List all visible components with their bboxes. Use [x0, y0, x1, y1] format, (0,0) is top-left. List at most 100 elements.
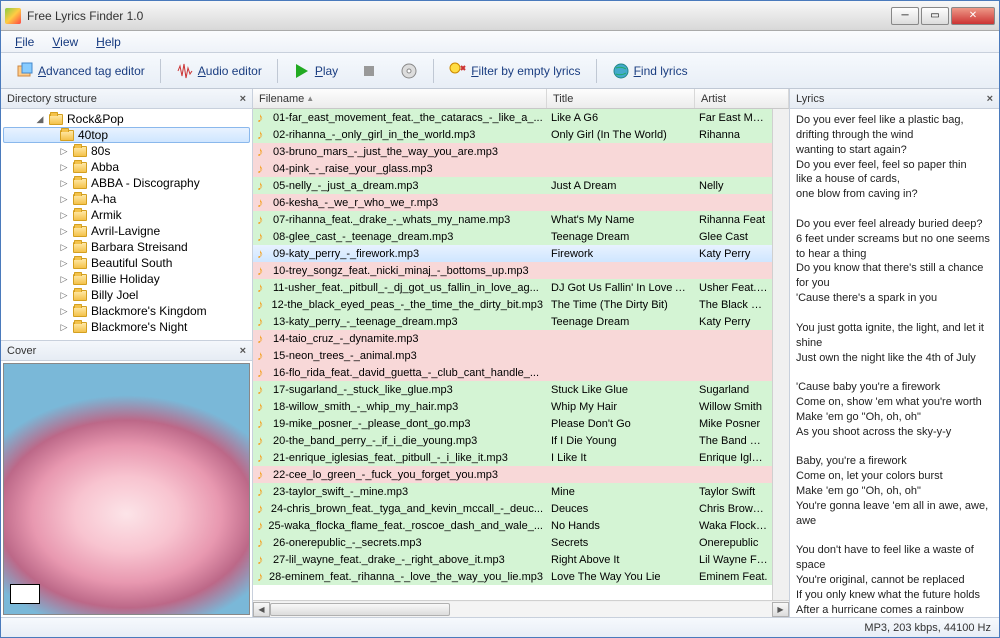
table-row[interactable]: 11-usher_feat._pitbull_-_dj_got_us_falli…	[253, 279, 772, 296]
tag-icon	[16, 62, 34, 80]
toolbar: Advanced tag editor Audio editor Play Fi…	[1, 53, 999, 89]
music-note-icon	[257, 129, 269, 141]
table-row[interactable]: 02-rihanna_-_only_girl_in_the_world.mp3O…	[253, 126, 772, 143]
menu-help[interactable]: Help	[88, 33, 129, 51]
menu-view[interactable]: View	[44, 33, 86, 51]
table-row[interactable]: 27-lil_wayne_feat._drake_-_right_above_i…	[253, 551, 772, 568]
table-row[interactable]: 18-willow_smith_-_whip_my_hair.mp3Whip M…	[253, 398, 772, 415]
lyrics-text[interactable]: Do you ever feel like a plastic bag, dri…	[790, 109, 999, 617]
play-icon	[293, 62, 311, 80]
vertical-scrollbar[interactable]	[772, 109, 789, 600]
table-row[interactable]: 15-neon_trees_-_animal.mp3	[253, 347, 772, 364]
music-note-icon	[257, 554, 269, 566]
tree-folder[interactable]: ▷Barbara Streisand	[1, 239, 252, 255]
tree-folder[interactable]: ▷Abba	[1, 159, 252, 175]
table-row[interactable]: 09-katy_perry_-_firework.mp3FireworkKaty…	[253, 245, 772, 262]
filter-button[interactable]: Filter by empty lyrics	[440, 57, 589, 85]
horizontal-scrollbar[interactable]: ◀ ▶	[253, 600, 789, 617]
music-note-icon	[257, 231, 269, 243]
table-row[interactable]: 22-cee_lo_green_-_fuck_you_forget_you.mp…	[253, 466, 772, 483]
tree-folder[interactable]: ▷A-ha	[1, 191, 252, 207]
lyrics-panel-header: Lyrics ×	[790, 89, 999, 109]
minimize-button[interactable]: ─	[891, 7, 919, 25]
advanced-tag-editor-button[interactable]: Advanced tag editor	[7, 57, 154, 85]
music-note-icon	[257, 180, 269, 192]
tree-folder[interactable]: ▷Billy Joel	[1, 287, 252, 303]
status-text: MP3, 203 kbps, 44100 Hz	[864, 622, 991, 634]
close-icon[interactable]: ×	[240, 345, 246, 357]
table-row[interactable]: 20-the_band_perry_-_if_i_die_young.mp3If…	[253, 432, 772, 449]
close-icon[interactable]: ×	[240, 93, 246, 105]
table-row[interactable]: 07-rihanna_feat._drake_-_whats_my_name.m…	[253, 211, 772, 228]
audio-editor-button[interactable]: Audio editor	[167, 57, 271, 85]
table-row[interactable]: 01-far_east_movement_feat._the_cataracs_…	[253, 109, 772, 126]
column-artist[interactable]: Artist	[695, 89, 789, 108]
separator	[277, 59, 278, 83]
music-note-icon	[257, 418, 269, 430]
table-row[interactable]: 12-the_black_eyed_peas_-_the_time_the_di…	[253, 296, 772, 313]
tree-folder[interactable]: ▷Armik	[1, 207, 252, 223]
table-row[interactable]: 05-nelly_-_just_a_dream.mp3Just A DreamN…	[253, 177, 772, 194]
table-row[interactable]: 17-sugarland_-_stuck_like_glue.mp3Stuck …	[253, 381, 772, 398]
music-note-icon	[257, 333, 269, 345]
tree-folder[interactable]: ▷Blackmore's Night	[1, 319, 252, 335]
table-row[interactable]: 26-onerepublic_-_secrets.mp3SecretsOnere…	[253, 534, 772, 551]
status-bar: MP3, 203 kbps, 44100 Hz	[1, 617, 999, 637]
music-note-icon	[257, 435, 269, 447]
tree-folder-selected[interactable]: 40top	[3, 127, 250, 143]
table-row[interactable]: 19-mike_posner_-_please_dont_go.mp3Pleas…	[253, 415, 772, 432]
music-note-icon	[257, 571, 265, 583]
close-button[interactable]: ✕	[951, 7, 995, 25]
directory-tree[interactable]: ◢Rock&Pop 40top ▷80s▷Abba▷ABBA - Discogr…	[1, 109, 252, 340]
music-note-icon	[257, 282, 269, 294]
filter-icon	[449, 62, 467, 80]
tree-folder[interactable]: ▷80s	[1, 143, 252, 159]
table-row[interactable]: 10-trey_songz_feat._nicki_minaj_-_bottom…	[253, 262, 772, 279]
music-note-icon	[257, 265, 269, 277]
disc-button[interactable]	[391, 57, 427, 85]
table-row[interactable]: 03-bruno_mars_-_just_the_way_you_are.mp3	[253, 143, 772, 160]
stop-button[interactable]	[351, 57, 387, 85]
tree-folder[interactable]: ▷Beautiful South	[1, 255, 252, 271]
table-row[interactable]: 16-flo_rida_feat._david_guetta_-_club_ca…	[253, 364, 772, 381]
music-note-icon	[257, 452, 269, 464]
table-row[interactable]: 24-chris_brown_feat._tyga_and_kevin_mcca…	[253, 500, 772, 517]
music-note-icon	[257, 112, 269, 124]
music-note-icon	[257, 537, 269, 549]
tree-folder[interactable]: ▷Blackmore's Kingdom	[1, 303, 252, 319]
column-title[interactable]: Title	[547, 89, 695, 108]
tree-folder[interactable]: ▷Avril-Lavigne	[1, 223, 252, 239]
find-lyrics-button[interactable]: Find lyrics	[603, 57, 697, 85]
globe-icon	[612, 62, 630, 80]
disc-icon	[400, 62, 418, 80]
table-row[interactable]: 14-taio_cruz_-_dynamite.mp3	[253, 330, 772, 347]
menu-file[interactable]: File	[7, 33, 42, 51]
maximize-button[interactable]: ▭	[921, 7, 949, 25]
tree-folder[interactable]: ▷ABBA - Discography	[1, 175, 252, 191]
list-header: Filename▲ Title Artist	[253, 89, 789, 109]
separator	[433, 59, 434, 83]
table-row[interactable]: 21-enrique_iglesias_feat._pitbull_-_i_li…	[253, 449, 772, 466]
table-row[interactable]: 28-eminem_feat._rihanna_-_love_the_way_y…	[253, 568, 772, 585]
music-note-icon	[257, 469, 269, 481]
table-row[interactable]: 06-kesha_-_we_r_who_we_r.mp3	[253, 194, 772, 211]
table-row[interactable]: 13-katy_perry_-_teenage_dream.mp3Teenage…	[253, 313, 772, 330]
table-row[interactable]: 23-taylor_swift_-_mine.mp3MineTaylor Swi…	[253, 483, 772, 500]
parental-advisory-label: PARENTALADVISORY	[12, 592, 38, 602]
directory-panel-header: Directory structure ×	[1, 89, 252, 109]
file-list[interactable]: 01-far_east_movement_feat._the_cataracs_…	[253, 109, 772, 600]
scroll-right-icon[interactable]: ▶	[772, 602, 789, 617]
column-filename[interactable]: Filename▲	[253, 89, 547, 108]
music-note-icon	[257, 163, 269, 175]
table-row[interactable]: 08-glee_cast_-_teenage_dream.mp3Teenage …	[253, 228, 772, 245]
tree-folder-root[interactable]: ◢Rock&Pop	[1, 111, 252, 127]
scrollbar-thumb[interactable]	[270, 603, 450, 616]
scroll-left-icon[interactable]: ◀	[253, 602, 270, 617]
play-button[interactable]: Play	[284, 57, 347, 85]
tree-folder[interactable]: ▷Billie Holiday	[1, 271, 252, 287]
stop-icon	[360, 62, 378, 80]
close-icon[interactable]: ×	[987, 93, 993, 105]
table-row[interactable]: 25-waka_flocka_flame_feat._roscoe_dash_a…	[253, 517, 772, 534]
sort-asc-icon: ▲	[306, 94, 314, 103]
table-row[interactable]: 04-pink_-_raise_your_glass.mp3	[253, 160, 772, 177]
